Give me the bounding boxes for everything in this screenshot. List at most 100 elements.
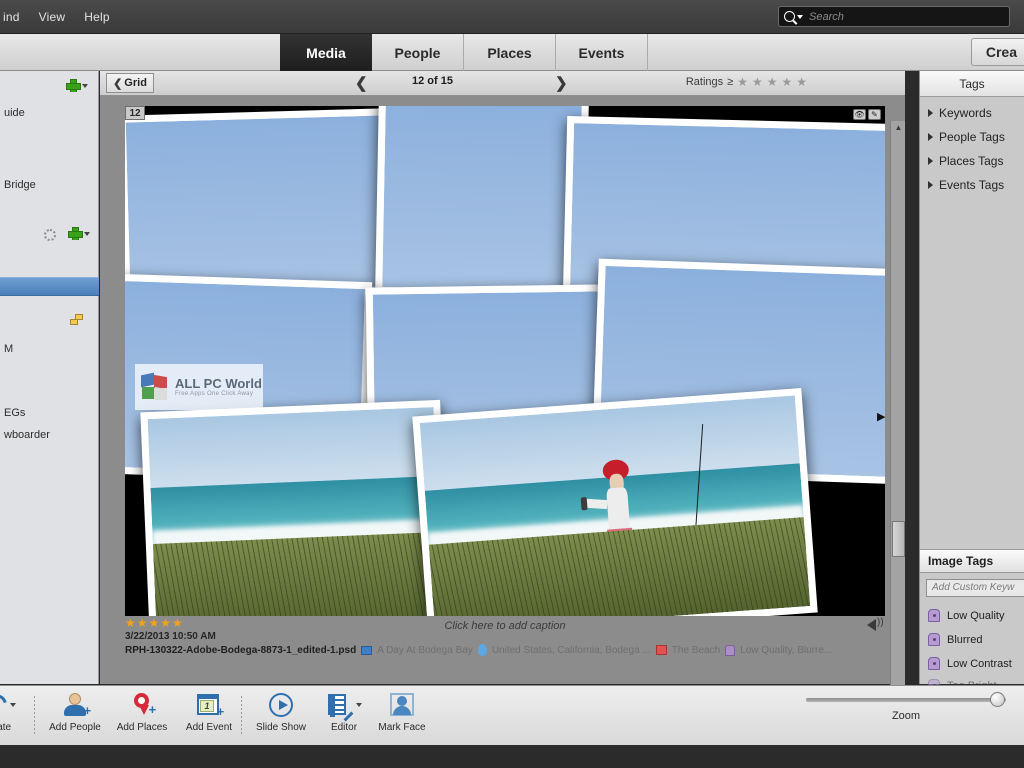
tag-category-people[interactable]: People Tags (920, 125, 1024, 149)
sidebar-item-m[interactable]: M (0, 343, 99, 355)
scrollbar-thumb[interactable] (892, 521, 905, 557)
zoom-slider-thumb[interactable] (990, 692, 1005, 707)
ratings-star-3[interactable]: ★ (767, 76, 778, 88)
add-places-button[interactable]: + Add Places (108, 690, 176, 733)
tags-panel: Tags Keywords People Tags Places Tags Ev… (919, 71, 1024, 692)
sidebar-item-snowboarder[interactable]: wboarder (0, 429, 99, 441)
image-tag-low-quality[interactable]: Low Quality (928, 609, 1004, 622)
tool-label: otate (0, 722, 12, 733)
tab-people[interactable]: People (372, 34, 464, 71)
menu-item-find[interactable]: ind (0, 8, 29, 26)
tool-label: Add Places (116, 722, 168, 733)
photo-keywords[interactable]: Low Quality, Blurre... (740, 645, 832, 656)
sidebar-item-bridge[interactable]: Bridge (0, 179, 99, 191)
tag-category-label: Keywords (939, 106, 992, 120)
photo-date: 3/22/2013 10:50 AM (125, 631, 216, 642)
ratings-star-2[interactable]: ★ (752, 76, 763, 88)
photo-album[interactable]: A Day At Bodega Bay (377, 645, 473, 656)
zoom-control[interactable]: Zoom (806, 692, 1006, 722)
chevron-down-icon (355, 703, 362, 707)
add-person-icon: + (62, 693, 91, 717)
watermark-title: ALL PC World (175, 376, 262, 391)
keyword-tag-icon (928, 633, 940, 646)
watermark-logo-icon (141, 372, 169, 400)
bottom-toolbar: otate + Add People + Add Places 1+ Add E… (0, 685, 1024, 745)
photo-corner-icons[interactable]: 👁 ✎ (853, 109, 881, 120)
slide-show-button[interactable]: Slide Show (247, 690, 315, 733)
sidebar-item-guide[interactable]: uide (0, 107, 99, 119)
ratings-star-5[interactable]: ★ (796, 76, 807, 88)
media-view: ❮ Grid ❮ 12 of 15 ❯ Ratings ≥ ★ ★ ★ ★ ★ … (100, 71, 905, 709)
left-sidebar: uide Bridge M EGs wboarder (0, 71, 99, 684)
sidebar-item-jpegs[interactable]: EGs (0, 407, 99, 419)
eye-icon[interactable]: 👁 (853, 109, 866, 120)
mark-face-button[interactable]: Mark Face (368, 690, 436, 733)
image-tag-low-contrast[interactable]: Low Contrast (928, 657, 1012, 670)
tab-places[interactable]: Places (464, 34, 556, 71)
tag-category-list: Keywords People Tags Places Tags Events … (920, 97, 1024, 197)
add-event-button[interactable]: 1 + Add Event (175, 690, 243, 733)
grid-toolbar: ❮ Grid ❮ 12 of 15 ❯ Ratings ≥ ★ ★ ★ ★ ★ (100, 71, 905, 96)
calendar-icon: 1 + (196, 693, 224, 718)
watermark-subtitle: Free Apps One Click Away (175, 391, 254, 397)
tab-group: Media People Places Events (280, 34, 648, 71)
media-scrollbar[interactable]: ▲ ▼ (890, 121, 905, 709)
face-icon (389, 693, 415, 717)
search-placeholder: Search (809, 10, 844, 23)
search-input[interactable]: Search (778, 6, 1010, 27)
collage-tile-7 (140, 399, 450, 616)
zoom-slider-track[interactable] (806, 692, 1006, 707)
next-photo-button[interactable]: ❯ (555, 74, 568, 92)
chevron-down-icon (797, 14, 803, 19)
plus-icon (68, 227, 83, 240)
photo-number-badge: 12 (125, 106, 145, 120)
chevron-right-icon (928, 157, 933, 165)
create-button[interactable]: Crea (970, 38, 1024, 66)
image-tag-label: Low Quality (947, 609, 1005, 622)
photo-place[interactable]: United States, California, Bodega ... (492, 645, 651, 656)
menu-item-help[interactable]: Help (75, 8, 118, 26)
album-icon (361, 645, 373, 655)
chevron-right-icon (928, 181, 933, 189)
search-icon (784, 11, 795, 22)
collage-tile-1 (125, 108, 392, 301)
collage-tile-2 (375, 106, 589, 298)
scroll-up-arrow[interactable]: ▲ (891, 121, 906, 134)
rotate-button[interactable]: otate (0, 689, 34, 733)
speaker-icon[interactable]: )) (867, 616, 884, 631)
tag-category-events[interactable]: Events Tags (920, 173, 1024, 197)
add-people-button[interactable]: + Add People (41, 690, 109, 733)
tab-events[interactable]: Events (556, 34, 648, 71)
menu-item-view[interactable]: View (30, 8, 75, 26)
ratings-label: Ratings (685, 76, 724, 88)
tag-category-keywords[interactable]: Keywords (920, 101, 1024, 125)
chevron-right-icon (928, 133, 933, 141)
photo-canvas[interactable]: 12 👁 ✎ ALL PC World Free Apps One Click … (125, 106, 885, 616)
ratings-star-1[interactable]: ★ (737, 76, 748, 88)
keyword-tag-icon (928, 657, 940, 670)
tab-media[interactable]: Media (280, 34, 372, 71)
editor-icon (327, 693, 353, 721)
ratings-operator: ≥ (727, 76, 734, 88)
ratings-star-4[interactable]: ★ (781, 76, 792, 88)
panel-collapse-arrow-icon[interactable]: ▶ (877, 411, 887, 425)
edit-icon[interactable]: ✎ (868, 109, 881, 120)
photo-event[interactable]: The Beach (672, 645, 720, 656)
sidebar-selected-row[interactable] (0, 277, 99, 296)
organizer-window: ind View Help Search Media People Places… (0, 0, 1024, 768)
image-tags-title: Image Tags (920, 549, 1024, 573)
tool-label: Add Event (185, 722, 233, 733)
tag-category-places[interactable]: Places Tags (920, 149, 1024, 173)
add-custom-keyword-input[interactable]: Add Custom Keyw (926, 579, 1024, 597)
image-tag-label: Blurred (947, 633, 983, 646)
watermark: ALL PC World Free Apps One Click Away (135, 364, 263, 410)
photo-metadata: ★★★★★ 3/22/2013 10:50 AM RPH-130322-Adob… (125, 616, 885, 656)
single-photo-stage: 12 👁 ✎ ALL PC World Free Apps One Click … (100, 96, 905, 709)
ratings-filter[interactable]: Ratings ≥ ★ ★ ★ ★ ★ (685, 76, 807, 89)
image-tag-blurred[interactable]: Blurred (928, 633, 982, 646)
photo-filename: RPH-130322-Adobe-Bodega-8873-1_edited-1.… (125, 644, 357, 656)
place-pin-icon (477, 644, 487, 656)
photo-rating[interactable]: ★★★★★ (125, 616, 885, 630)
chevron-right-icon (928, 109, 933, 117)
photo-tag-row: RPH-130322-Adobe-Bodega-8873-1_edited-1.… (125, 644, 885, 656)
